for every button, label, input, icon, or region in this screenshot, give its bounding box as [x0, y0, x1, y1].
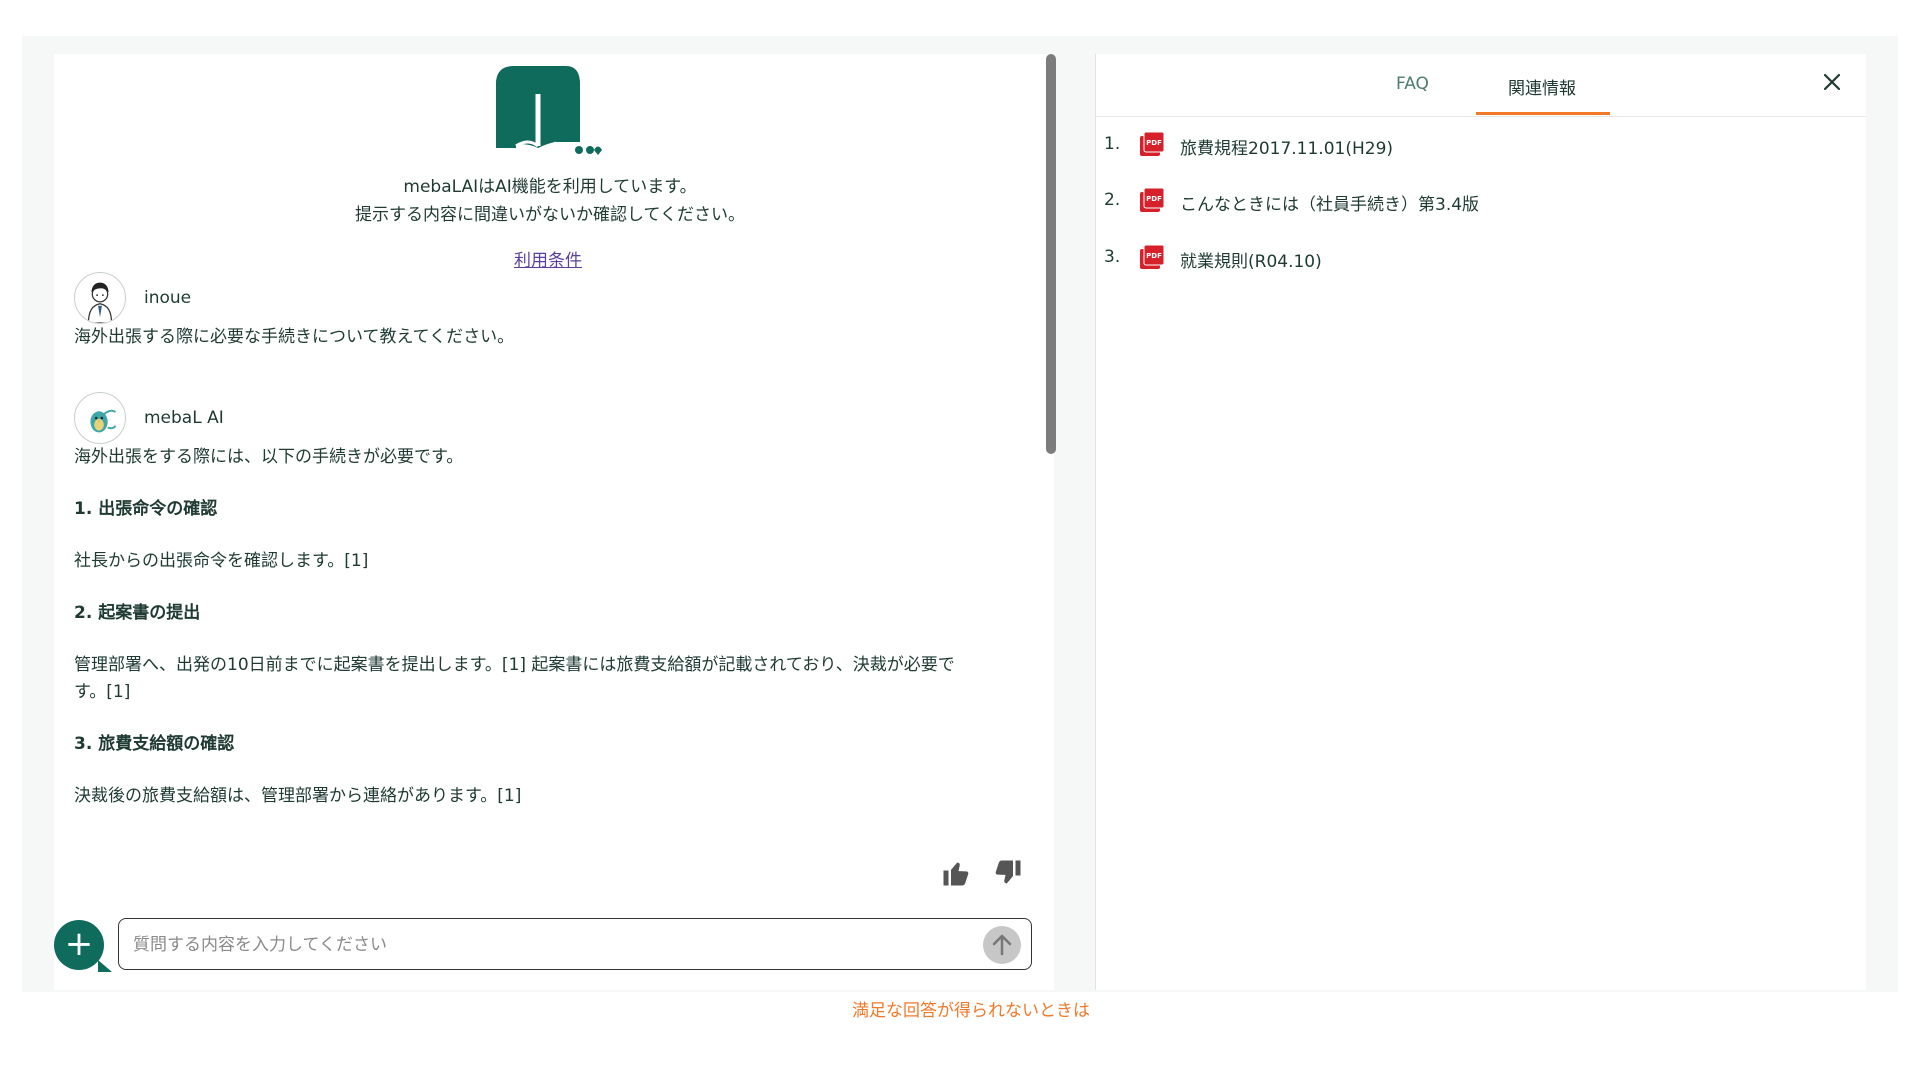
svg-text:PDF: PDF: [1146, 139, 1162, 147]
document-number: 1.: [1104, 134, 1121, 154]
step-heading: 1. 出張命令の確認: [74, 499, 218, 519]
document-number: 3.: [1104, 247, 1121, 267]
arrow-up-icon: [992, 934, 1012, 956]
bird-mascot-icon: [90, 409, 117, 433]
ai-avatar: [74, 392, 126, 444]
pdf-icon: PDF: [1140, 244, 1165, 269]
disclaimer-line-2: 提示する内容に間違いがないか確認してください。: [355, 205, 745, 225]
thumbs-down-icon[interactable]: [993, 858, 1023, 888]
document-title: 就業規則(R04.10): [1180, 252, 1322, 272]
tab-faq[interactable]: FAQ: [1396, 74, 1429, 94]
document-title: 旅費規程2017.11.01(H29): [1180, 139, 1394, 159]
user-name: inoue: [144, 288, 192, 308]
question-input-box: [118, 918, 1032, 970]
pdf-icon: PDF: [1140, 187, 1165, 212]
step-heading: 3. 旅費支給額の確認: [74, 734, 235, 754]
active-tab-indicator: [1476, 112, 1610, 115]
tab-bar-divider: [1096, 116, 1866, 117]
tab-related-info[interactable]: 関連情報: [1508, 74, 1576, 99]
step-heading: 2. 起案書の提出: [74, 603, 201, 623]
ai-name: mebaL AI: [144, 408, 224, 428]
step-body: 管理部署へ、出発の10日前までに起案書を提出します。[1] 起案書には旅費支給額…: [74, 655, 955, 675]
terms-of-use-link[interactable]: 利用条件: [498, 246, 598, 271]
plus-icon: +: [64, 924, 94, 964]
send-button[interactable]: [983, 926, 1021, 964]
person-icon: [87, 282, 113, 323]
step-body: 社長からの出張命令を確認します。[1]: [74, 551, 369, 571]
unsatisfied-help-link[interactable]: 満足な回答が得られないときは: [852, 996, 1090, 1021]
mebal-logo-icon: [496, 66, 602, 155]
question-input[interactable]: [131, 919, 975, 970]
svg-text:PDF: PDF: [1146, 252, 1162, 260]
document-title: こんなときには（社員手続き）第3.4版: [1180, 195, 1480, 215]
add-button[interactable]: +: [54, 920, 104, 970]
close-icon[interactable]: [1820, 70, 1844, 94]
svg-text:PDF: PDF: [1146, 195, 1162, 203]
step-body: 決裁後の旅費支給額は、管理部署から連絡があります。[1]: [74, 786, 522, 806]
pdf-icon: PDF: [1140, 131, 1165, 156]
thumbs-up-icon[interactable]: [941, 858, 971, 888]
disclaimer-line-1: mebaLAIはAI機能を利用しています。: [403, 177, 697, 197]
ai-intro: 海外出張をする際には、以下の手続きが必要です。: [74, 447, 464, 467]
user-avatar: [74, 272, 126, 324]
document-number: 2.: [1104, 190, 1121, 210]
chat-scrollbar[interactable]: [1046, 54, 1056, 454]
user-message: 海外出張する際に必要な手続きについて教えてください。: [74, 327, 515, 347]
step-body-continued: す。[1]: [74, 682, 131, 702]
